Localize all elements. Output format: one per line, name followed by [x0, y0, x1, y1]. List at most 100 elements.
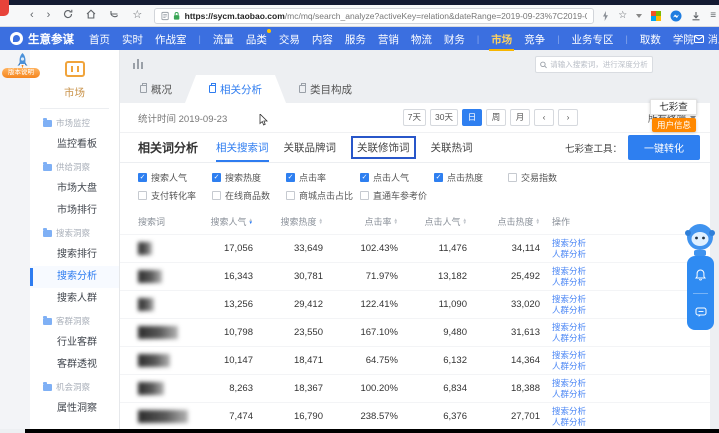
extensions-grid-icon[interactable]: [651, 11, 661, 21]
action-link[interactable]: 人群分析: [552, 417, 710, 428]
folder-icon: [43, 230, 52, 237]
nav-item[interactable]: 取数: [640, 28, 661, 50]
date-button[interactable]: 日: [462, 109, 482, 126]
metric-value: 27,701: [467, 411, 540, 422]
nav-item[interactable]: 作战室: [155, 28, 187, 50]
column-header-label: 点击率: [365, 215, 392, 228]
metric-value: 16,343: [198, 271, 253, 282]
word-tab[interactable]: 关联修饰词: [351, 136, 416, 159]
metric-checkbox-item[interactable]: 支付转化率: [138, 189, 212, 202]
download-icon[interactable]: [691, 11, 701, 21]
nav-item[interactable]: 财务: [444, 28, 465, 50]
nav-item[interactable]: 流量: [213, 28, 234, 50]
brand[interactable]: 生意参谋: [10, 31, 74, 47]
favorite-star-icon[interactable]: ☆: [618, 10, 627, 21]
messenger-extension-icon[interactable]: [670, 10, 682, 22]
page-tab[interactable]: 类目构成: [286, 75, 365, 103]
home-icon[interactable]: [86, 9, 96, 22]
nav-item[interactable]: 物流: [411, 28, 432, 50]
date-button[interactable]: 月: [510, 109, 530, 126]
notification-bell-icon[interactable]: [695, 269, 706, 281]
sidebar-item[interactable]: 监控看板: [30, 134, 119, 156]
metric-checkbox-item[interactable]: ✓搜索人气: [138, 171, 212, 184]
sidebar-item[interactable]: 客群透视: [30, 354, 119, 376]
date-button[interactable]: ›: [558, 109, 578, 126]
search-input[interactable]: [550, 60, 648, 69]
bookmark-star-icon[interactable]: ☆: [132, 10, 142, 21]
qicai-float-button[interactable]: 七彩查: [650, 99, 697, 115]
sidebar-item[interactable]: 市场排行: [30, 200, 119, 222]
url-bar[interactable]: https://sycm.taobao.com/mc/mq/search_ana…: [154, 8, 594, 24]
metric-checkbox-item[interactable]: 在线商品数: [212, 189, 286, 202]
action-link[interactable]: 人群分析: [552, 389, 710, 400]
word-tab[interactable]: 关联热词: [431, 133, 473, 162]
nav-item[interactable]: 交易: [279, 28, 300, 50]
nav-item[interactable]: 营销: [378, 28, 399, 50]
one-click-convert-button[interactable]: 一键转化: [628, 135, 700, 160]
checkbox-icon: [360, 191, 369, 200]
version-badge[interactable]: 版本说明: [2, 68, 40, 78]
sidebar-item[interactable]: 搜索人群: [30, 288, 119, 310]
table-row: 16,34330,78171.97%13,18225,492搜索分析人群分析: [120, 262, 710, 290]
column-header[interactable]: 搜索人气▲▼: [198, 215, 253, 228]
action-link[interactable]: 搜索分析: [552, 378, 710, 389]
back-icon[interactable]: ‹: [30, 10, 34, 21]
page-tab[interactable]: 相关分析: [185, 75, 286, 103]
nav-item[interactable]: 市场: [491, 28, 512, 50]
messages-entry[interactable]: 消息: [694, 31, 719, 46]
date-button[interactable]: 周: [486, 109, 506, 126]
assistant-mascot-icon[interactable]: [684, 221, 717, 259]
nav-separator: |: [199, 34, 201, 44]
metric-checkbox-item[interactable]: 直通车参考价: [360, 189, 434, 202]
nav-item[interactable]: 学院: [673, 28, 694, 50]
feedback-chat-icon[interactable]: [695, 307, 707, 318]
forward-icon[interactable]: ›: [47, 10, 51, 21]
reload-icon[interactable]: [63, 9, 73, 22]
nav-item[interactable]: 业务专区: [572, 28, 614, 50]
sidebar-item[interactable]: 市场大盘: [30, 178, 119, 200]
column-header-label: 点击人气: [425, 215, 461, 228]
nav-item[interactable]: 服务: [345, 28, 366, 50]
metric-checkbox-item[interactable]: ✓搜索热度: [212, 171, 286, 184]
history-icon[interactable]: [109, 9, 119, 22]
bar: [141, 62, 143, 69]
chevron-down-icon[interactable]: [636, 14, 642, 18]
column-header[interactable]: 点击人气▲▼: [398, 215, 467, 228]
nav-item[interactable]: 竞争: [524, 28, 545, 50]
metric-checkbox-item[interactable]: 商城点击占比: [286, 189, 360, 202]
sidebar-item[interactable]: 属性洞察: [30, 398, 119, 420]
menu-icon[interactable]: ≡: [710, 10, 716, 21]
date-button[interactable]: 7天: [403, 109, 426, 126]
action-link[interactable]: 人群分析: [552, 333, 710, 344]
page-tab[interactable]: 概况: [127, 75, 185, 103]
sidebar-item[interactable]: 搜索排行: [30, 244, 119, 266]
flash-icon[interactable]: [602, 11, 609, 21]
metric-value: 34,114: [467, 243, 540, 254]
date-button[interactable]: ‹: [534, 109, 554, 126]
nav-item[interactable]: 实时: [122, 28, 143, 50]
content-card: 统计时间 2019-09-23 7天30天日周月‹› 所有终端 相关词分析 相关…: [120, 103, 710, 429]
metric-checkbox-item[interactable]: ✓点击率: [286, 171, 360, 184]
column-header[interactable]: 点击热度▲▼: [467, 215, 540, 228]
nav-item[interactable]: 品类: [246, 28, 267, 50]
word-tab[interactable]: 相关搜索词: [216, 133, 269, 162]
action-link[interactable]: 搜索分析: [552, 350, 710, 361]
nav-item[interactable]: 内容: [312, 28, 333, 50]
metric-checkbox-item[interactable]: ✓点击热度: [434, 171, 508, 184]
metric-checkbox-item[interactable]: ✓点击人气: [360, 171, 434, 184]
column-header[interactable]: 搜索热度▲▼: [253, 215, 323, 228]
checkbox-icon: [508, 173, 517, 182]
metric-checkbox-item[interactable]: 交易指数: [508, 171, 582, 184]
keyword-cell: [138, 354, 198, 367]
nav-item[interactable]: 首页: [89, 28, 110, 50]
module-label: 市场: [30, 85, 119, 100]
action-link[interactable]: 搜索分析: [552, 406, 710, 417]
action-link[interactable]: 人群分析: [552, 361, 710, 372]
sidebar-item[interactable]: 搜索分析: [30, 266, 119, 288]
column-header[interactable]: 点击率▲▼: [323, 215, 398, 228]
sidebar-item[interactable]: 行业客群: [30, 332, 119, 354]
date-button[interactable]: 30天: [430, 109, 458, 126]
userinfo-float-button[interactable]: 用户信息: [652, 118, 696, 132]
keyword-search-box[interactable]: [535, 56, 653, 73]
word-tab[interactable]: 关联品牌词: [284, 133, 337, 162]
